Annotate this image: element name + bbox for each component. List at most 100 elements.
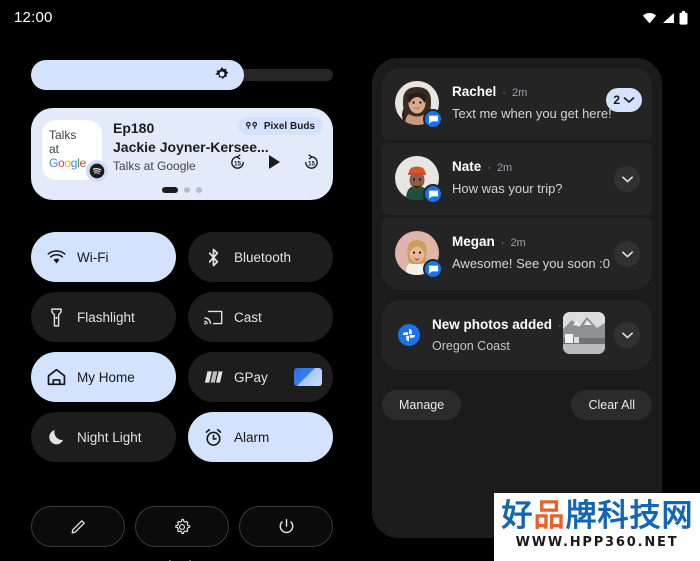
pencil-icon	[70, 520, 85, 534]
album-art-line-2: at	[49, 142, 60, 156]
brightness-icon	[215, 67, 229, 80]
manage-button[interactable]: Manage	[382, 390, 462, 420]
google-logo: Google	[49, 156, 86, 170]
photos-header: New photos added · 5m	[432, 317, 583, 332]
quick-settings-footer	[31, 506, 333, 547]
settings-button[interactable]	[135, 506, 229, 547]
chevron-down-icon	[621, 331, 633, 338]
notification-actions: Manage Clear All	[382, 390, 652, 420]
messages-icon	[423, 184, 443, 204]
moon-icon	[47, 428, 66, 447]
tile-gpay[interactable]: GPay	[188, 352, 333, 402]
rewind-15-button[interactable]: 15	[227, 152, 247, 172]
photos-subtitle: Oregon Coast	[432, 339, 510, 353]
quick-settings-pane: Talks at Google Ep180 Jackie Joyner-Kers…	[0, 40, 360, 561]
play-button[interactable]	[264, 152, 284, 172]
notification-panel: Rachel · 2m Text me when you get here! 2	[372, 58, 662, 538]
home-icon	[47, 368, 66, 387]
tile-label: Cast	[234, 309, 262, 325]
notification-count-chip[interactable]: 2	[606, 88, 642, 112]
battery-icon	[679, 11, 688, 25]
notification-time: 2m	[511, 87, 528, 99]
watermark-char: 技	[629, 498, 661, 534]
expand-button[interactable]	[614, 241, 640, 267]
expand-button[interactable]	[614, 166, 640, 192]
power-button[interactable]	[239, 506, 333, 547]
notification-megan[interactable]: Megan · 2m Awesome! See you soon :0	[382, 218, 652, 290]
page-dot[interactable]	[196, 187, 202, 193]
status-clock: 12:00	[14, 9, 53, 26]
separator: ·	[500, 237, 505, 249]
output-device-chip[interactable]: Pixel Buds	[237, 117, 323, 135]
separator: ·	[558, 320, 562, 332]
watermark-char: 网	[661, 498, 693, 534]
earbuds-icon	[245, 121, 257, 129]
gear-icon	[175, 518, 191, 534]
notification-count: 2	[613, 93, 620, 107]
tile-label: Night Light	[77, 429, 142, 445]
separator: ·	[502, 87, 506, 99]
tile-wifi[interactable]: Wi-Fi	[31, 232, 176, 282]
media-subtitle: Talks at Google	[113, 159, 196, 173]
notification-body: Text me when you get here!	[452, 106, 612, 121]
album-art-line-1: Talks	[49, 128, 77, 142]
notification-body: Awesome! See you soon :0	[452, 256, 611, 271]
coast-photo-thumbnail	[563, 312, 605, 354]
notification-sender: Rachel	[452, 84, 497, 99]
photos-title: New photos added	[432, 317, 553, 332]
tile-label: Bluetooth	[234, 249, 292, 265]
brightness-fill[interactable]	[31, 60, 244, 90]
wifi-icon	[642, 12, 657, 24]
notification-photos[interactable]: New photos added · 5m Oregon Coast	[382, 300, 652, 370]
tile-my-home[interactable]: My Home	[31, 352, 176, 402]
wifi-icon	[47, 248, 66, 267]
watermark-characters: 好 品 牌 科 技 网	[494, 493, 700, 535]
bluetooth-icon	[204, 248, 223, 267]
forward-15-button[interactable]: 15	[301, 152, 321, 172]
watermark-char: 好	[501, 498, 533, 534]
messages-icon	[423, 259, 443, 279]
watermark-url: WWW.HPP360.NET	[515, 535, 679, 550]
chevron-down-icon	[621, 175, 633, 182]
play-icon	[269, 155, 280, 169]
power-icon	[279, 518, 293, 534]
notification-time: 2m	[496, 162, 513, 174]
expand-button[interactable]	[614, 322, 640, 348]
media-page-dots[interactable]	[31, 187, 333, 193]
notification-time: 2m	[510, 237, 526, 249]
tile-cast[interactable]: Cast	[188, 292, 333, 342]
screen: 12:00 Talks at Google Ep180 Jackie Joyne…	[0, 0, 700, 561]
cast-icon	[204, 308, 223, 327]
clear-all-button[interactable]: Clear All	[571, 390, 652, 420]
signal-icon	[663, 13, 674, 23]
watermark: 好 品 牌 科 技 网 WWW.HPP360.NET	[494, 493, 700, 561]
output-device-label: Pixel Buds	[263, 120, 315, 132]
svg-text:15: 15	[307, 160, 315, 167]
quick-settings-tiles: Wi-Fi Bluetooth Flashlight Cast My Home …	[31, 232, 333, 462]
status-bar: 12:00	[0, 0, 700, 40]
tile-night-light[interactable]: Night Light	[31, 412, 176, 462]
media-player-card[interactable]: Talks at Google Ep180 Jackie Joyner-Kers…	[31, 108, 333, 200]
separator: ·	[487, 162, 491, 174]
forward-15-icon: 15	[304, 153, 318, 169]
notification-body: How was your trip?	[452, 181, 563, 196]
flashlight-icon	[47, 307, 66, 327]
watermark-char: 科	[597, 498, 629, 534]
tile-bluetooth[interactable]: Bluetooth	[188, 232, 333, 282]
tile-flashlight[interactable]: Flashlight	[31, 292, 176, 342]
notification-rachel[interactable]: Rachel · 2m Text me when you get here! 2	[382, 68, 652, 140]
gpay-icon	[204, 368, 223, 387]
notification-nate[interactable]: Nate · 2m How was your trip?	[382, 143, 652, 215]
notification-header: Nate · 2m	[452, 159, 512, 174]
alarm-icon	[204, 428, 223, 447]
messages-icon	[423, 109, 443, 129]
page-dot-active[interactable]	[162, 187, 178, 193]
edit-tiles-button[interactable]	[31, 506, 125, 547]
tile-alarm[interactable]: Alarm	[188, 412, 333, 462]
brightness-slider[interactable]	[31, 60, 333, 90]
chevron-down-icon	[621, 250, 633, 257]
spotify-icon	[86, 160, 108, 182]
page-dot[interactable]	[184, 187, 190, 193]
watermark-char: 牌	[565, 498, 597, 534]
notification-sender: Nate	[452, 159, 482, 174]
